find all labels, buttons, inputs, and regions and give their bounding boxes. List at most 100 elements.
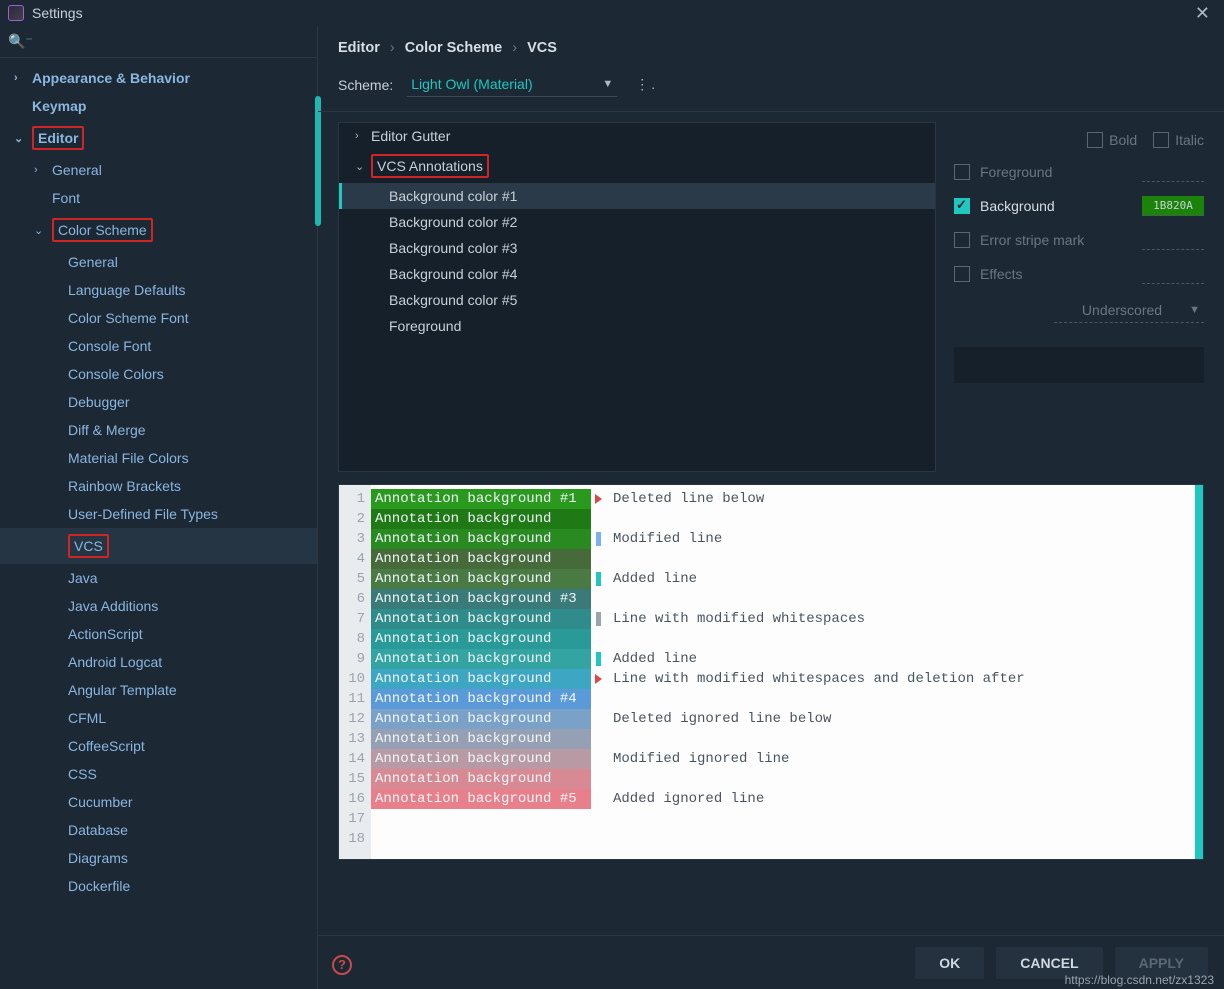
- properties-panel: Bold Italic Foreground Background 1B820A: [954, 122, 1204, 472]
- error-stripe-row[interactable]: Error stripe mark: [954, 230, 1204, 250]
- category-item[interactable]: Background color #2: [339, 209, 935, 235]
- code-line: [613, 809, 1195, 829]
- code-line: [613, 829, 1195, 849]
- sidebar-item[interactable]: Android Logcat: [0, 648, 317, 676]
- scheme-select[interactable]: Light Owl (Material) ▼: [407, 72, 617, 97]
- change-marker: [591, 809, 605, 829]
- annotation-line: Annotation background: [371, 509, 591, 529]
- code-line: [613, 769, 1195, 789]
- scheme-row: Scheme: Light Owl (Material) ▼ ⋮.: [318, 66, 1224, 112]
- sidebar-item[interactable]: Rainbow Brackets: [0, 472, 317, 500]
- change-marker: [591, 589, 605, 609]
- error-stripe-swatch[interactable]: [1142, 230, 1204, 250]
- annotation-line: Annotation background: [371, 629, 591, 649]
- breadcrumb-item[interactable]: Editor: [338, 40, 380, 56]
- chevron-down-icon: ▼: [1189, 304, 1200, 316]
- sidebar-item[interactable]: Java: [0, 564, 317, 592]
- gear-icon[interactable]: ⋮.: [631, 76, 661, 93]
- sidebar-item[interactable]: VCS: [0, 528, 317, 564]
- sidebar-item[interactable]: Java Additions: [0, 592, 317, 620]
- change-marker: [591, 769, 605, 789]
- sidebar-item[interactable]: Material File Colors: [0, 444, 317, 472]
- effects-row[interactable]: Effects: [954, 264, 1204, 284]
- category-tree: ›Editor Gutter⌄VCS AnnotationsBackground…: [338, 122, 936, 472]
- bold-checkbox[interactable]: Bold: [1087, 132, 1137, 148]
- category-item[interactable]: ⌄VCS Annotations: [339, 149, 935, 183]
- titlebar: Settings ✕: [0, 0, 1224, 26]
- category-item[interactable]: Background color #3: [339, 235, 935, 261]
- code-line: Modified line: [613, 529, 1195, 549]
- search-icon: 🔍⁻: [8, 33, 33, 50]
- sidebar-item[interactable]: CFML: [0, 704, 317, 732]
- window-title: Settings: [32, 5, 83, 21]
- sidebar-item[interactable]: Diagrams: [0, 844, 317, 872]
- sidebar-item[interactable]: Font: [0, 184, 317, 212]
- sidebar-item[interactable]: Console Colors: [0, 360, 317, 388]
- annotation-line: Annotation background: [371, 549, 591, 569]
- background-row[interactable]: Background 1B820A: [954, 196, 1204, 216]
- code-line: Added line: [613, 569, 1195, 589]
- foreground-swatch[interactable]: [1142, 162, 1204, 182]
- code-line: [613, 629, 1195, 649]
- category-item[interactable]: Background color #5: [339, 287, 935, 313]
- breadcrumb: Editor › Color Scheme › VCS: [318, 26, 1224, 66]
- close-icon[interactable]: ✕: [1189, 3, 1216, 24]
- annotation-column: Annotation background #1Annotation backg…: [371, 485, 591, 859]
- change-marker: [591, 689, 605, 709]
- sidebar-item[interactable]: User-Defined File Types: [0, 500, 317, 528]
- annotation-line: Annotation background: [371, 669, 591, 689]
- background-swatch[interactable]: 1B820A: [1142, 196, 1204, 216]
- code-line: [613, 589, 1195, 609]
- sidebar-item[interactable]: Dockerfile: [0, 872, 317, 900]
- sidebar-item[interactable]: ›General: [0, 156, 317, 184]
- breadcrumb-item[interactable]: Color Scheme: [405, 40, 503, 56]
- sidebar-item[interactable]: CoffeeScript: [0, 732, 317, 760]
- sidebar-item[interactable]: Diff & Merge: [0, 416, 317, 444]
- sidebar-item[interactable]: ⌄Editor: [0, 120, 317, 156]
- chevron-icon: ⌄: [355, 160, 369, 173]
- change-marker: [591, 529, 605, 549]
- chevron-icon: ⌄: [34, 224, 48, 237]
- preview-scrollbar[interactable]: [1195, 485, 1203, 859]
- change-marker: [591, 609, 605, 629]
- foreground-row[interactable]: Foreground: [954, 162, 1204, 182]
- sidebar-item[interactable]: ›Appearance & Behavior: [0, 64, 317, 92]
- sidebar-item[interactable]: Language Defaults: [0, 276, 317, 304]
- italic-checkbox[interactable]: Italic: [1153, 132, 1204, 148]
- breadcrumb-item[interactable]: VCS: [527, 40, 557, 56]
- sidebar-item[interactable]: Angular Template: [0, 676, 317, 704]
- sidebar-item[interactable]: Keymap: [0, 92, 317, 120]
- sidebar-item[interactable]: CSS: [0, 760, 317, 788]
- category-item[interactable]: Background color #4: [339, 261, 935, 287]
- change-marker: [591, 709, 605, 729]
- sidebar-item[interactable]: Debugger: [0, 388, 317, 416]
- change-marker: [591, 509, 605, 529]
- chevron-icon: ›: [355, 130, 369, 142]
- category-item[interactable]: ›Editor Gutter: [339, 123, 935, 149]
- sidebar-item[interactable]: Database: [0, 816, 317, 844]
- help-icon[interactable]: ?: [332, 955, 352, 975]
- app-icon: [8, 5, 24, 21]
- scheme-value: Light Owl (Material): [411, 76, 532, 92]
- change-marker: [591, 749, 605, 769]
- annotation-line: Annotation background: [371, 529, 591, 549]
- annotation-line: [371, 809, 591, 829]
- sidebar-item[interactable]: Color Scheme Font: [0, 304, 317, 332]
- code-line: Added line: [613, 649, 1195, 669]
- sidebar-item[interactable]: Cucumber: [0, 788, 317, 816]
- sidebar-item[interactable]: ⌄Color Scheme: [0, 212, 317, 248]
- search-bar[interactable]: 🔍⁻: [0, 26, 318, 58]
- sidebar-item[interactable]: General: [0, 248, 317, 276]
- ok-button[interactable]: OK: [915, 947, 984, 979]
- foreground-label: Foreground: [980, 164, 1132, 180]
- category-item[interactable]: Background color #1: [339, 183, 935, 209]
- sidebar-item[interactable]: Console Font: [0, 332, 317, 360]
- effects-swatch[interactable]: [1142, 264, 1204, 284]
- bold-label: Bold: [1109, 132, 1137, 148]
- category-item[interactable]: Foreground: [339, 313, 935, 339]
- change-marker: [591, 489, 605, 509]
- effects-type-select[interactable]: Underscored ▼: [1054, 298, 1204, 323]
- sidebar: 🔍⁻ ›Appearance & BehaviorKeymap⌄Editor›G…: [0, 26, 318, 989]
- settings-tree: ›Appearance & BehaviorKeymap⌄Editor›Gene…: [0, 58, 317, 989]
- sidebar-item[interactable]: ActionScript: [0, 620, 317, 648]
